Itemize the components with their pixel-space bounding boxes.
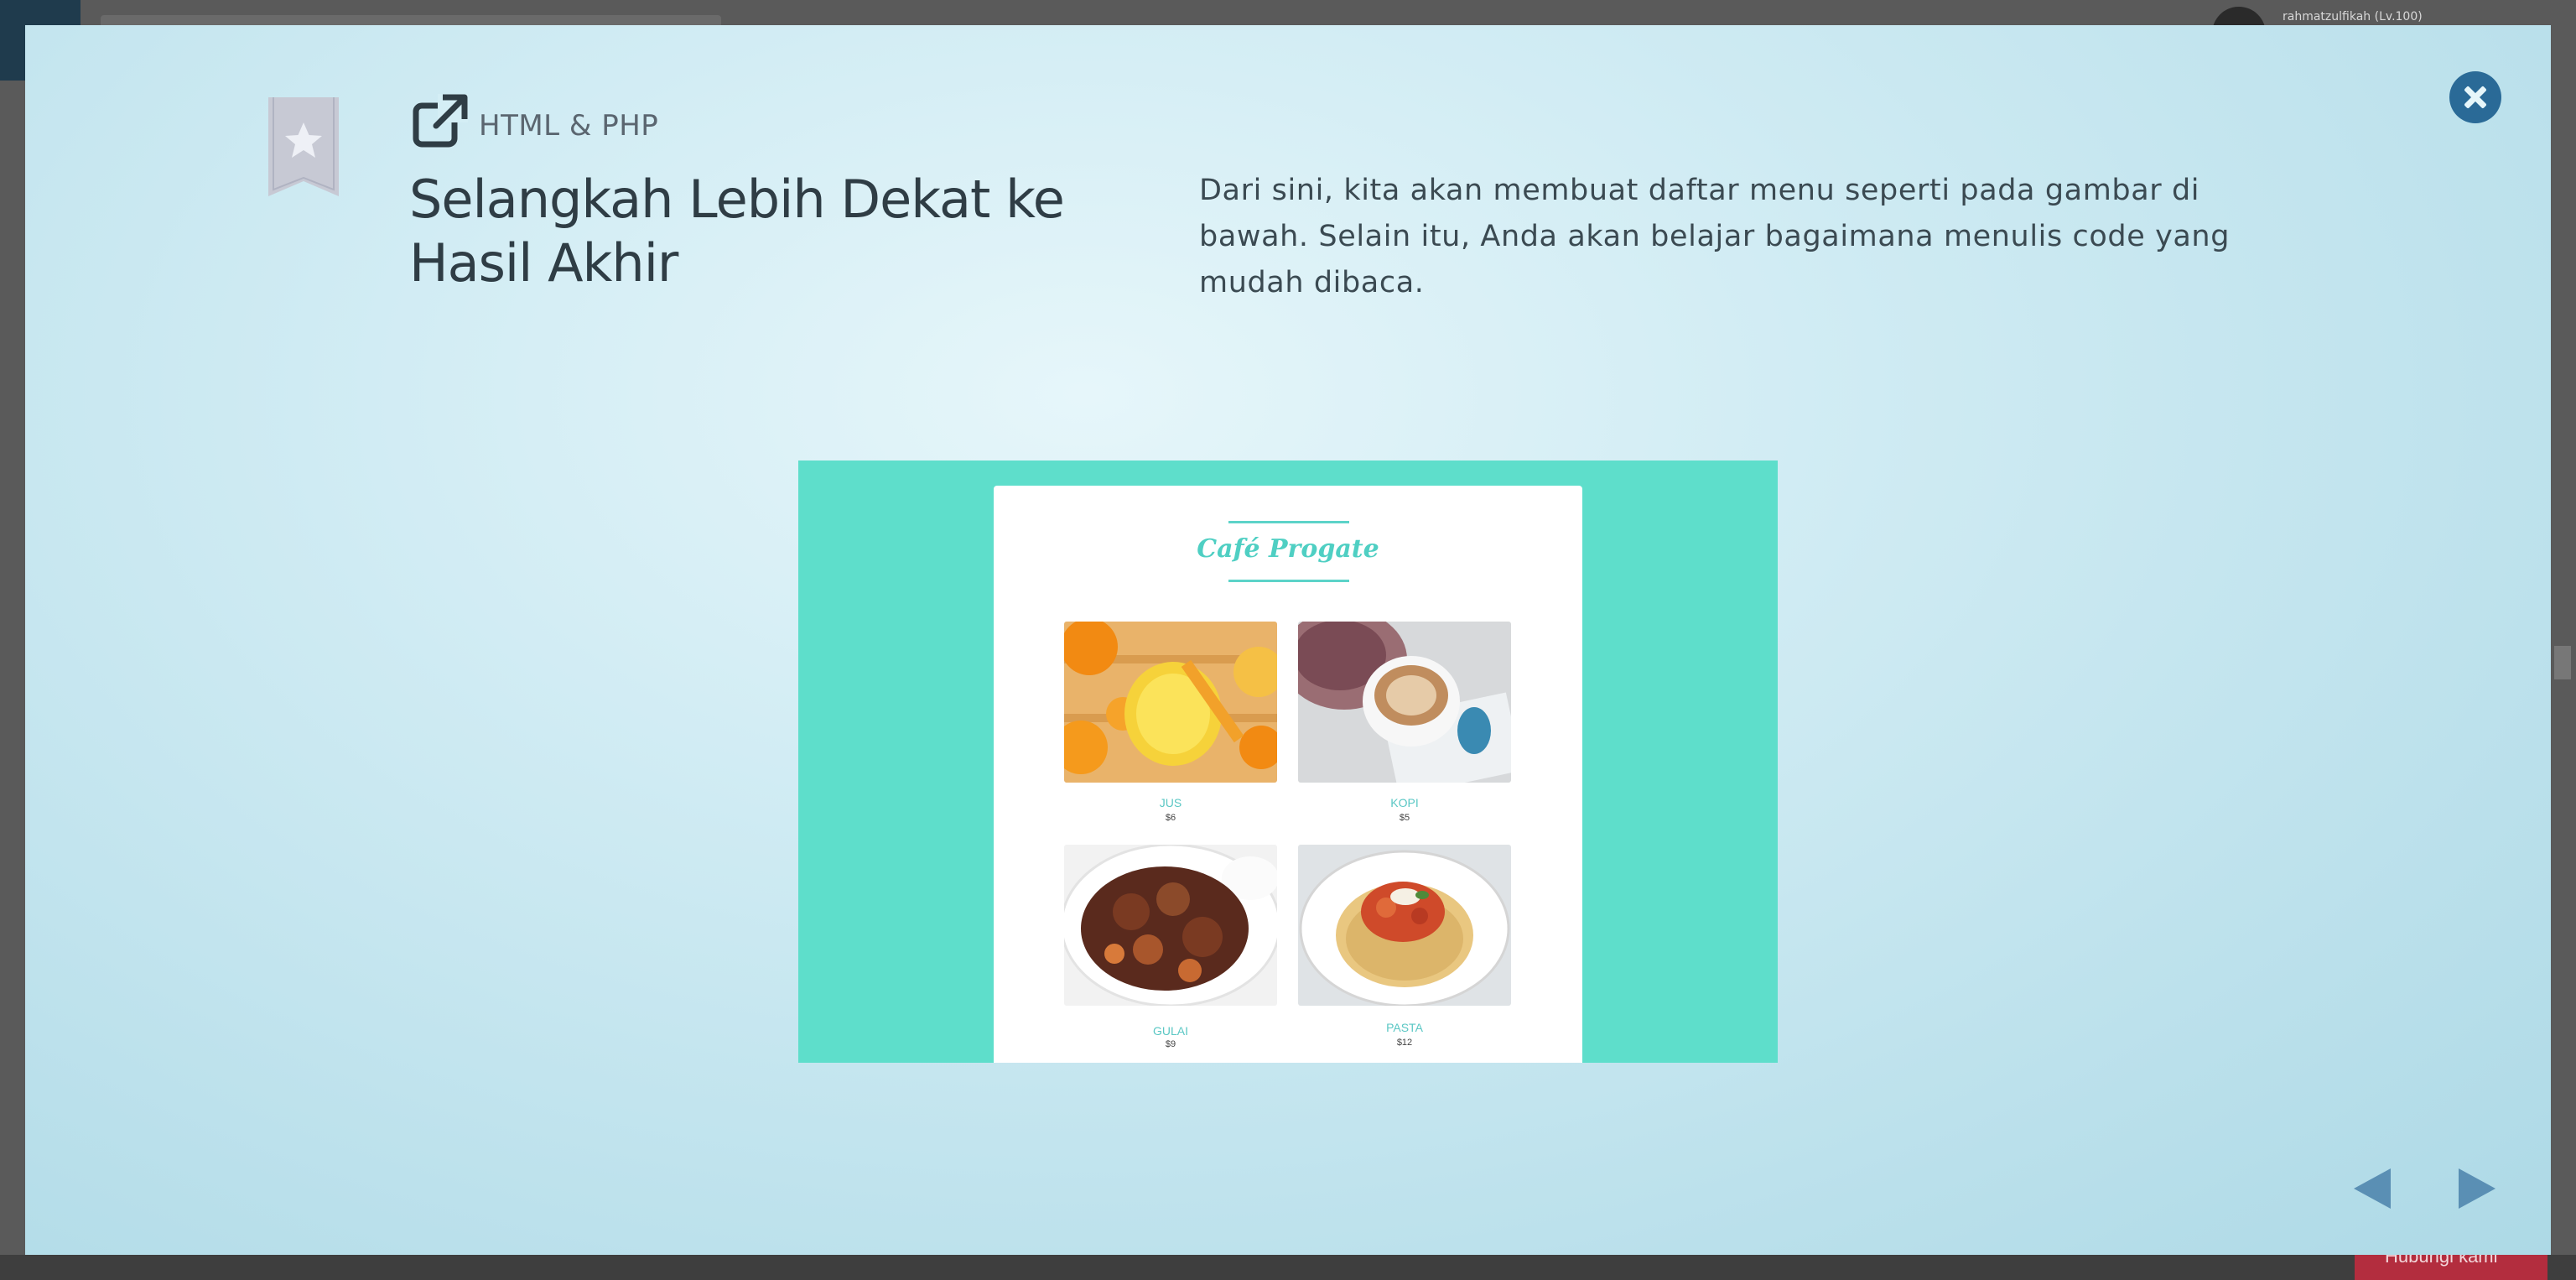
star-bookmark-icon[interactable] bbox=[268, 97, 339, 196]
slide-preview-image: Café Progate JUS $6 KOPI $5 GULAI $9 PAS… bbox=[798, 460, 1778, 1063]
username-label: rahmatzulfikah (Lv.100) bbox=[2283, 10, 2423, 23]
menu-item-price: $5 bbox=[1399, 813, 1410, 823]
menu-item-price: $12 bbox=[1396, 1038, 1413, 1048]
menu-card: Café Progate JUS $6 KOPI $5 GULAI $9 PAS… bbox=[994, 486, 1582, 1063]
pasta-photo bbox=[1298, 845, 1511, 1006]
background-bottom-bar bbox=[0, 1255, 2576, 1280]
cafe-title: Café Progate bbox=[1197, 534, 1379, 564]
menu-item-price: $9 bbox=[1165, 1039, 1176, 1049]
curry-photo bbox=[1064, 845, 1277, 1006]
coffee-photo bbox=[1298, 622, 1511, 783]
slide-description: Dari sini, kita akan membuat daftar menu… bbox=[1199, 174, 2231, 299]
title-divider-top bbox=[1228, 521, 1349, 523]
arrow-right-icon[interactable] bbox=[2459, 1168, 2496, 1209]
scrollbar-thumb bbox=[2554, 646, 2571, 679]
menu-item-name: KOPI bbox=[1390, 796, 1419, 809]
lesson-category: HTML & PHP bbox=[479, 109, 659, 143]
juice-photo bbox=[1064, 622, 1277, 783]
close-button[interactable] bbox=[2449, 71, 2501, 123]
menu-item-name: PASTA bbox=[1386, 1021, 1423, 1034]
title-divider-bottom bbox=[1228, 580, 1349, 582]
menu-item-price: $6 bbox=[1165, 813, 1176, 823]
external-link-icon bbox=[411, 92, 470, 151]
menu-item-name: JUS bbox=[1159, 796, 1182, 809]
slide-modal: HTML & PHP Selangkah Lebih Dekat ke Hasi… bbox=[25, 25, 2551, 1255]
menu-item-name: GULAI bbox=[1152, 1024, 1188, 1038]
arrow-left-icon[interactable] bbox=[2354, 1168, 2391, 1209]
slide-title: Selangkah Lebih Dekat ke Hasil Akhir bbox=[409, 169, 1065, 294]
